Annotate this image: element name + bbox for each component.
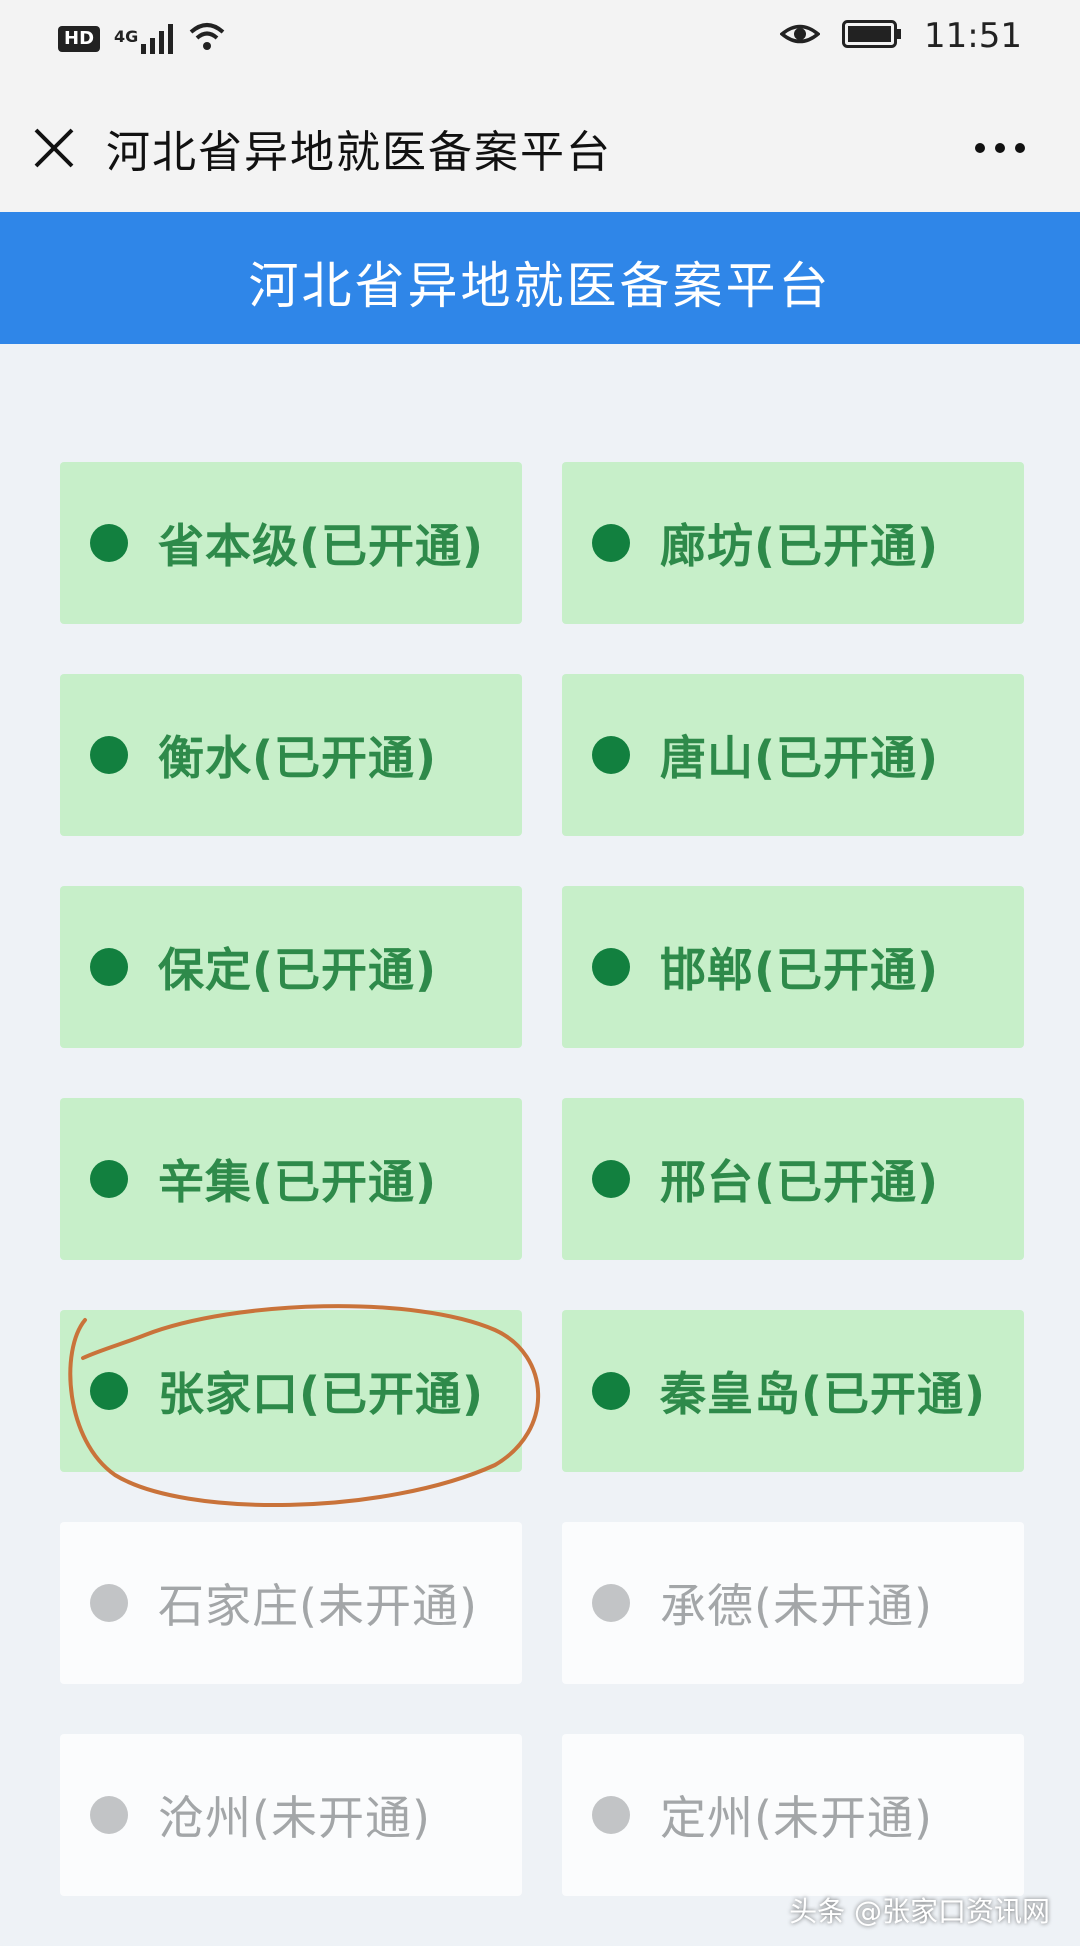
region-label: 邢台(已开通)	[660, 1155, 940, 1209]
network-label: 4G	[114, 27, 139, 46]
status-dot-icon	[90, 1160, 128, 1198]
region-tile-chengde[interactable]: 承德(未开通)	[562, 1522, 1024, 1684]
page-title: 河北省异地就医备案平台	[106, 127, 612, 178]
region-tile-zhangjiakou[interactable]: 张家口(已开通)	[60, 1310, 522, 1472]
region-tile-dingzhou[interactable]: 定州(未开通)	[562, 1734, 1024, 1896]
status-dot-icon	[592, 736, 630, 774]
status-dot-icon	[90, 948, 128, 986]
region-grid: 省本级(已开通) 廊坊(已开通) 衡水(已开通) 唐山(已开通) 保定(已开通)…	[60, 462, 1024, 1896]
status-dot-icon	[90, 524, 128, 562]
platform-header: 河北省异地就医备案平台	[0, 212, 1080, 344]
signal-icon: 4G	[114, 24, 175, 54]
region-tile-xingtai[interactable]: 邢台(已开通)	[562, 1098, 1024, 1260]
status-time: 11:51	[924, 16, 1022, 56]
status-right: 11:51	[779, 16, 1022, 56]
battery-icon	[842, 20, 902, 52]
status-dot-icon	[592, 1584, 630, 1622]
wifi-icon	[189, 22, 225, 56]
status-dot-icon	[90, 1372, 128, 1410]
region-label: 辛集(已开通)	[158, 1155, 438, 1209]
status-dot-icon	[592, 948, 630, 986]
close-icon[interactable]	[30, 124, 78, 172]
region-label: 邯郸(已开通)	[660, 943, 940, 997]
region-label: 定州(未开通)	[660, 1791, 933, 1845]
region-tile-baoding[interactable]: 保定(已开通)	[60, 886, 522, 1048]
region-label: 唐山(已开通)	[660, 731, 940, 785]
region-label: 省本级(已开通)	[158, 519, 485, 573]
region-label: 廊坊(已开通)	[660, 519, 940, 573]
region-label: 石家庄(未开通)	[158, 1579, 478, 1633]
eye-icon	[779, 19, 821, 53]
region-label: 承德(未开通)	[660, 1579, 933, 1633]
status-dot-icon	[90, 1796, 128, 1834]
region-tile-handan[interactable]: 邯郸(已开通)	[562, 886, 1024, 1048]
region-label: 秦皇岛(已开通)	[660, 1367, 987, 1421]
region-tile-hengshui[interactable]: 衡水(已开通)	[60, 674, 522, 836]
status-bar: HD 4G 11:51	[0, 0, 1080, 84]
region-label: 保定(已开通)	[158, 943, 438, 997]
status-dot-icon	[592, 524, 630, 562]
region-tile-xinji[interactable]: 辛集(已开通)	[60, 1098, 522, 1260]
watermark: 头条 @张家口资讯网	[789, 1895, 1050, 1928]
region-tile-tangshan[interactable]: 唐山(已开通)	[562, 674, 1024, 836]
region-tile-provincial[interactable]: 省本级(已开通)	[60, 462, 522, 624]
status-dot-icon	[592, 1796, 630, 1834]
status-dot-icon	[592, 1372, 630, 1410]
region-label: 张家口(已开通)	[158, 1367, 485, 1421]
region-tile-shijiazhuang[interactable]: 石家庄(未开通)	[60, 1522, 522, 1684]
hd-badge: HD	[58, 26, 101, 52]
status-dot-icon	[592, 1160, 630, 1198]
status-dot-icon	[90, 736, 128, 774]
title-bar: 河北省异地就医备案平台	[0, 84, 1080, 214]
region-tile-cangzhou[interactable]: 沧州(未开通)	[60, 1734, 522, 1896]
more-icon[interactable]	[970, 136, 1030, 160]
region-label: 沧州(未开通)	[158, 1791, 431, 1845]
status-dot-icon	[90, 1584, 128, 1622]
platform-header-title: 河北省异地就医备案平台	[248, 257, 832, 315]
region-tile-qinhuangdao[interactable]: 秦皇岛(已开通)	[562, 1310, 1024, 1472]
region-label: 衡水(已开通)	[158, 731, 438, 785]
region-tile-langfang[interactable]: 廊坊(已开通)	[562, 462, 1024, 624]
status-left: HD 4G	[58, 22, 225, 56]
